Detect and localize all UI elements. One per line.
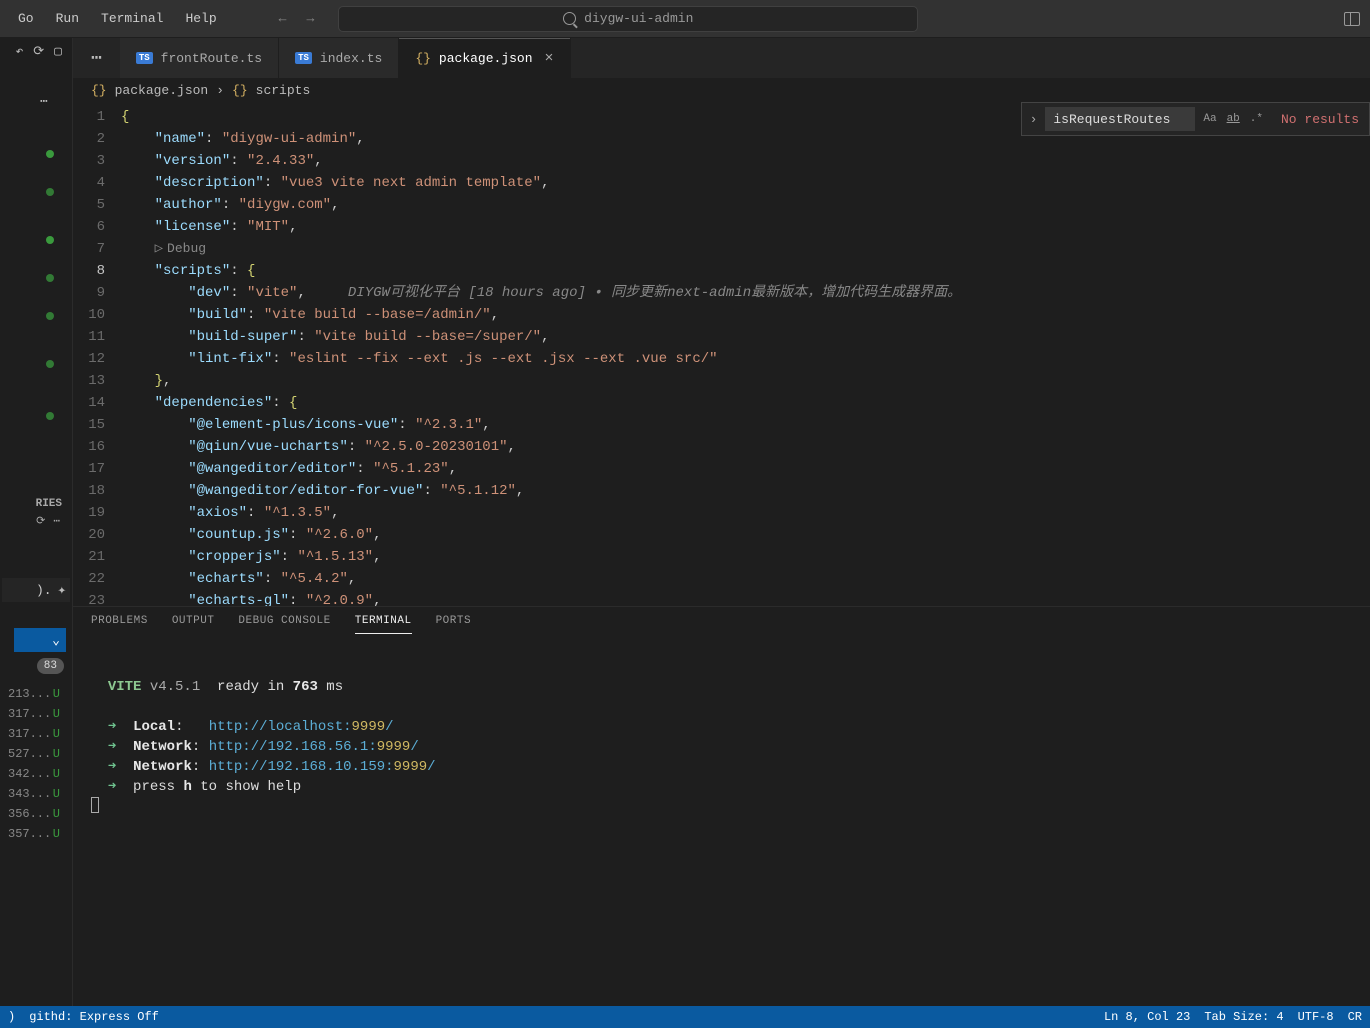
breadcrumb-file: package.json: [115, 83, 209, 98]
count-badge: 83: [37, 658, 64, 674]
menu-bar: Go Run Terminal Help: [0, 5, 227, 32]
breadcrumb[interactable]: {} package.json › {} scripts: [73, 78, 1370, 102]
nav-arrows: ← →: [271, 7, 323, 30]
main: ↶ ⟳ ▢ ⋯ RIES ⟳ ⋯ ). ✦ 83 ⌄ 213.: [0, 38, 1370, 1006]
tab-more-icon[interactable]: ⋯: [73, 38, 120, 78]
status-encoding[interactable]: UTF-8: [1298, 1010, 1334, 1024]
list-item[interactable]: 357...U: [4, 824, 68, 844]
panel-tabs: PROBLEMS OUTPUT DEBUG CONSOLE TERMINAL P…: [73, 607, 1370, 641]
git-dot: [46, 360, 54, 368]
find-widget: › Aa ab .* No results: [1021, 102, 1370, 136]
editor[interactable]: › Aa ab .* No results 123456789101112131…: [73, 102, 1370, 606]
list-item[interactable]: 213...U: [4, 684, 68, 704]
refresh-icon[interactable]: ⟳: [36, 514, 45, 528]
regex-icon[interactable]: .*: [1246, 111, 1267, 127]
file-list: ⌄ 213...U 317...U 317...U 527...U 342...…: [4, 684, 68, 844]
menu-go[interactable]: Go: [8, 5, 44, 32]
sidebar: ↶ ⟳ ▢ ⋯ RIES ⟳ ⋯ ). ✦ 83 ⌄ 213.: [0, 38, 72, 1006]
panel-tab-debug[interactable]: DEBUG CONSOLE: [238, 615, 330, 633]
git-dot: [46, 274, 54, 282]
braces-icon: {}: [232, 83, 248, 98]
code-area[interactable]: { "name": "diygw-ui-admin", "version": "…: [121, 102, 1370, 606]
tab-label: package.json: [439, 51, 533, 66]
git-dots: [46, 150, 54, 450]
list-item[interactable]: 527...U: [4, 744, 68, 764]
box-icon[interactable]: ▢: [54, 44, 62, 59]
list-item[interactable]: 342...U: [4, 764, 68, 784]
chevron-right-icon: ›: [216, 83, 224, 98]
whole-word-icon[interactable]: ab: [1223, 111, 1244, 127]
status-ln-col[interactable]: Ln 8, Col 23: [1104, 1010, 1190, 1024]
tab-package-json[interactable]: {} package.json ×: [399, 38, 570, 78]
menu-run[interactable]: Run: [46, 5, 89, 32]
git-dot: [46, 236, 54, 244]
git-dot: [46, 412, 54, 420]
tab-label: frontRoute.ts: [161, 51, 262, 66]
sidebar-actions: ↶ ⟳ ▢: [0, 38, 72, 65]
search-placeholder: diygw-ui-admin: [584, 11, 693, 26]
command-center[interactable]: diygw-ui-admin: [338, 6, 918, 32]
line-gutter: 1234567891011121314151617181920212223: [73, 102, 121, 606]
undo-icon[interactable]: ↶: [15, 44, 23, 59]
ts-icon: TS: [136, 52, 153, 64]
section-label: RIES: [0, 498, 66, 510]
git-dot: [46, 312, 54, 320]
titlebar: Go Run Terminal Help ← → diygw-ui-admin: [0, 0, 1370, 38]
status-branch[interactable]: ): [8, 1010, 15, 1024]
menu-terminal[interactable]: Terminal: [91, 5, 173, 32]
sparkle-icon[interactable]: ✦: [58, 582, 66, 599]
statusbar: ) githd: Express Off Ln 8, Col 23 Tab Si…: [0, 1006, 1370, 1028]
chevron-button[interactable]: ⌄: [14, 628, 66, 652]
refresh-icon[interactable]: ⟳: [33, 44, 44, 59]
bottom-panel: PROBLEMS OUTPUT DEBUG CONSOLE TERMINAL P…: [73, 606, 1370, 1006]
more-icon[interactable]: ⋯: [40, 94, 48, 109]
tab-label: index.ts: [320, 51, 382, 66]
status-eol[interactable]: CR: [1348, 1010, 1362, 1024]
tab-index[interactable]: TS index.ts: [279, 38, 399, 78]
tabs: ⋯ TS frontRoute.ts TS index.ts {} packag…: [73, 38, 1370, 78]
panel-tab-terminal[interactable]: TERMINAL: [355, 615, 412, 634]
terminal-output[interactable]: VITE v4.5.1 ready in 763 ms ➜ Local: htt…: [73, 641, 1370, 1006]
braces-icon: {}: [91, 83, 107, 98]
close-icon[interactable]: ×: [545, 50, 554, 67]
list-item[interactable]: 356...U: [4, 804, 68, 824]
panel-tab-ports[interactable]: PORTS: [436, 615, 472, 633]
git-dot: [46, 150, 54, 158]
find-options: Aa ab .*: [1195, 111, 1271, 127]
status-githd[interactable]: githd: Express Off: [29, 1010, 159, 1024]
list-item[interactable]: 317...U: [4, 704, 68, 724]
content: ⋯ TS frontRoute.ts TS index.ts {} packag…: [72, 38, 1370, 1006]
more-icon[interactable]: ⋯: [53, 514, 60, 528]
layout-icon[interactable]: [1344, 12, 1360, 26]
sidebar-mid: ). ✦: [2, 578, 70, 602]
git-dot: [46, 188, 54, 196]
find-input[interactable]: [1045, 107, 1195, 131]
menu-help[interactable]: Help: [175, 5, 226, 32]
list-item[interactable]: 317...U: [4, 724, 68, 744]
text-fragment: ).: [36, 583, 52, 598]
match-case-icon[interactable]: Aa: [1199, 111, 1220, 127]
panel-tab-output[interactable]: OUTPUT: [172, 615, 215, 633]
nav-back-icon[interactable]: ←: [271, 7, 295, 30]
sidebar-section: RIES ⟳ ⋯: [0, 498, 66, 532]
nav-forward-icon[interactable]: →: [298, 7, 322, 30]
braces-icon: {}: [415, 51, 431, 66]
chevron-right-icon[interactable]: ›: [1022, 112, 1046, 127]
search-icon: [563, 12, 576, 25]
panel-tab-problems[interactable]: PROBLEMS: [91, 615, 148, 633]
breadcrumb-path: scripts: [256, 83, 311, 98]
find-result: No results: [1271, 112, 1369, 127]
ts-icon: TS: [295, 52, 312, 64]
list-item[interactable]: 343...U: [4, 784, 68, 804]
tab-frontroute[interactable]: TS frontRoute.ts: [120, 38, 279, 78]
status-tab-size[interactable]: Tab Size: 4: [1204, 1010, 1283, 1024]
